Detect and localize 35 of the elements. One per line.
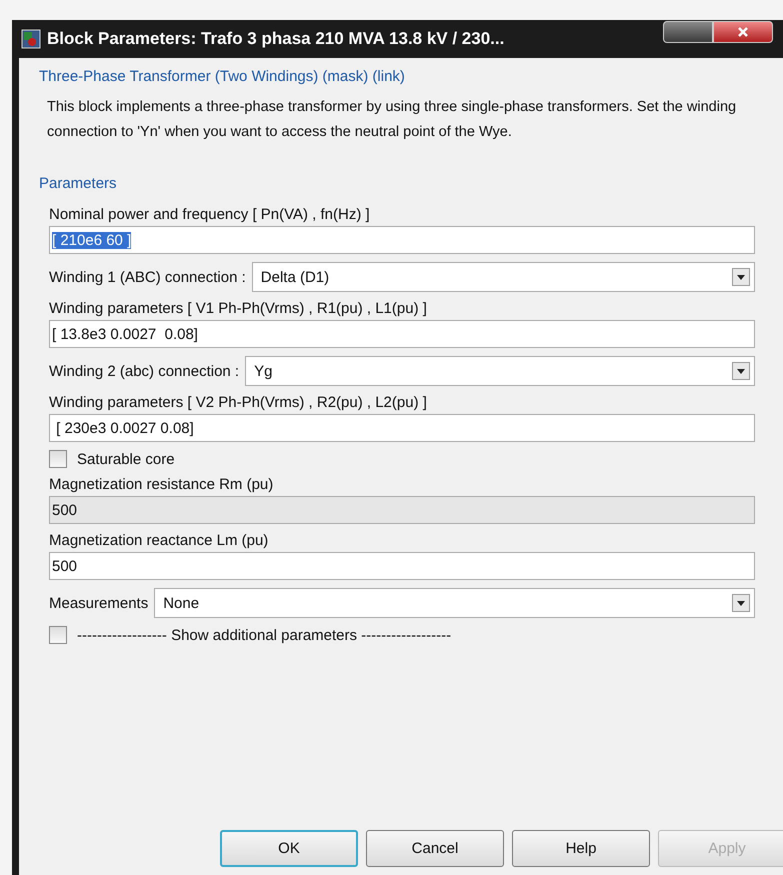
input-field[interactable]: [ 210e6 60 ] — [49, 226, 755, 254]
field-label: Winding 1 (ABC) connection : — [49, 268, 246, 286]
field-label: Measurements — [49, 594, 148, 612]
block-icon — [21, 29, 41, 49]
input-field[interactable]: [ 13.8e3 0.0027 0.08] — [49, 320, 755, 348]
checkbox[interactable] — [49, 450, 67, 468]
field-label: Winding parameters [ V1 Ph-Ph(Vrms) , R1(pu) , L1(pu) ] — [49, 300, 428, 317]
checkbox[interactable] — [49, 626, 67, 644]
close-icon — [737, 26, 749, 38]
block-description: This block implements a three-phase transformer by using three single-phase transformers. Set the winding connection to 'Yn' when you want to access the neutral point of the Wye. — [47, 98, 737, 142]
dialog-button[interactable]: OK — [220, 830, 358, 867]
field-label: Nominal power and frequency [ Pn(VA) , fn(Hz) ] — [49, 206, 371, 223]
checkbox-label: ------------------ Show additional parameters ------------------ — [77, 626, 452, 644]
field-label: Winding parameters [ V2 Ph-Ph(Vrms) , R2(pu) , L2(pu) ] — [49, 394, 428, 411]
input-field[interactable]: 500 — [49, 552, 755, 580]
window-title: Block Parameters: Trafo 3 phasa 210 MVA 13.8 kV / 230... — [47, 29, 504, 49]
checkbox-label: Saturable core — [77, 450, 175, 468]
field-label: Magnetization reactance Lm (pu) — [49, 532, 270, 549]
field-value: 500 — [52, 502, 78, 518]
section-heading: Parameters — [39, 175, 118, 192]
field-value: [ 210e6 60 ] — [52, 232, 132, 248]
field-label: Winding 2 (abc) connection : — [49, 362, 240, 380]
block-type-heading: Three-Phase Transformer (Two Windings) (mask) (link) — [39, 68, 406, 85]
input-field[interactable]: [ 230e3 0.0027 0.08] — [49, 414, 755, 442]
dialog-button[interactable]: Cancel — [366, 830, 504, 867]
dropdown[interactable]: Delta (D1) — [252, 262, 755, 292]
field-value: [ 230e3 0.0027 0.08] — [55, 420, 194, 436]
dropdown[interactable]: Yg — [245, 356, 755, 386]
dialog-button[interactable]: Help — [512, 830, 650, 867]
field-value: 500 — [52, 558, 78, 574]
minimize-button[interactable] — [663, 21, 713, 43]
dropdown[interactable]: None — [154, 588, 755, 618]
close-button[interactable] — [713, 21, 773, 43]
field-value: [ 13.8e3 0.0027 0.08] — [52, 326, 198, 342]
field-label: Magnetization resistance Rm (pu) — [49, 476, 274, 493]
